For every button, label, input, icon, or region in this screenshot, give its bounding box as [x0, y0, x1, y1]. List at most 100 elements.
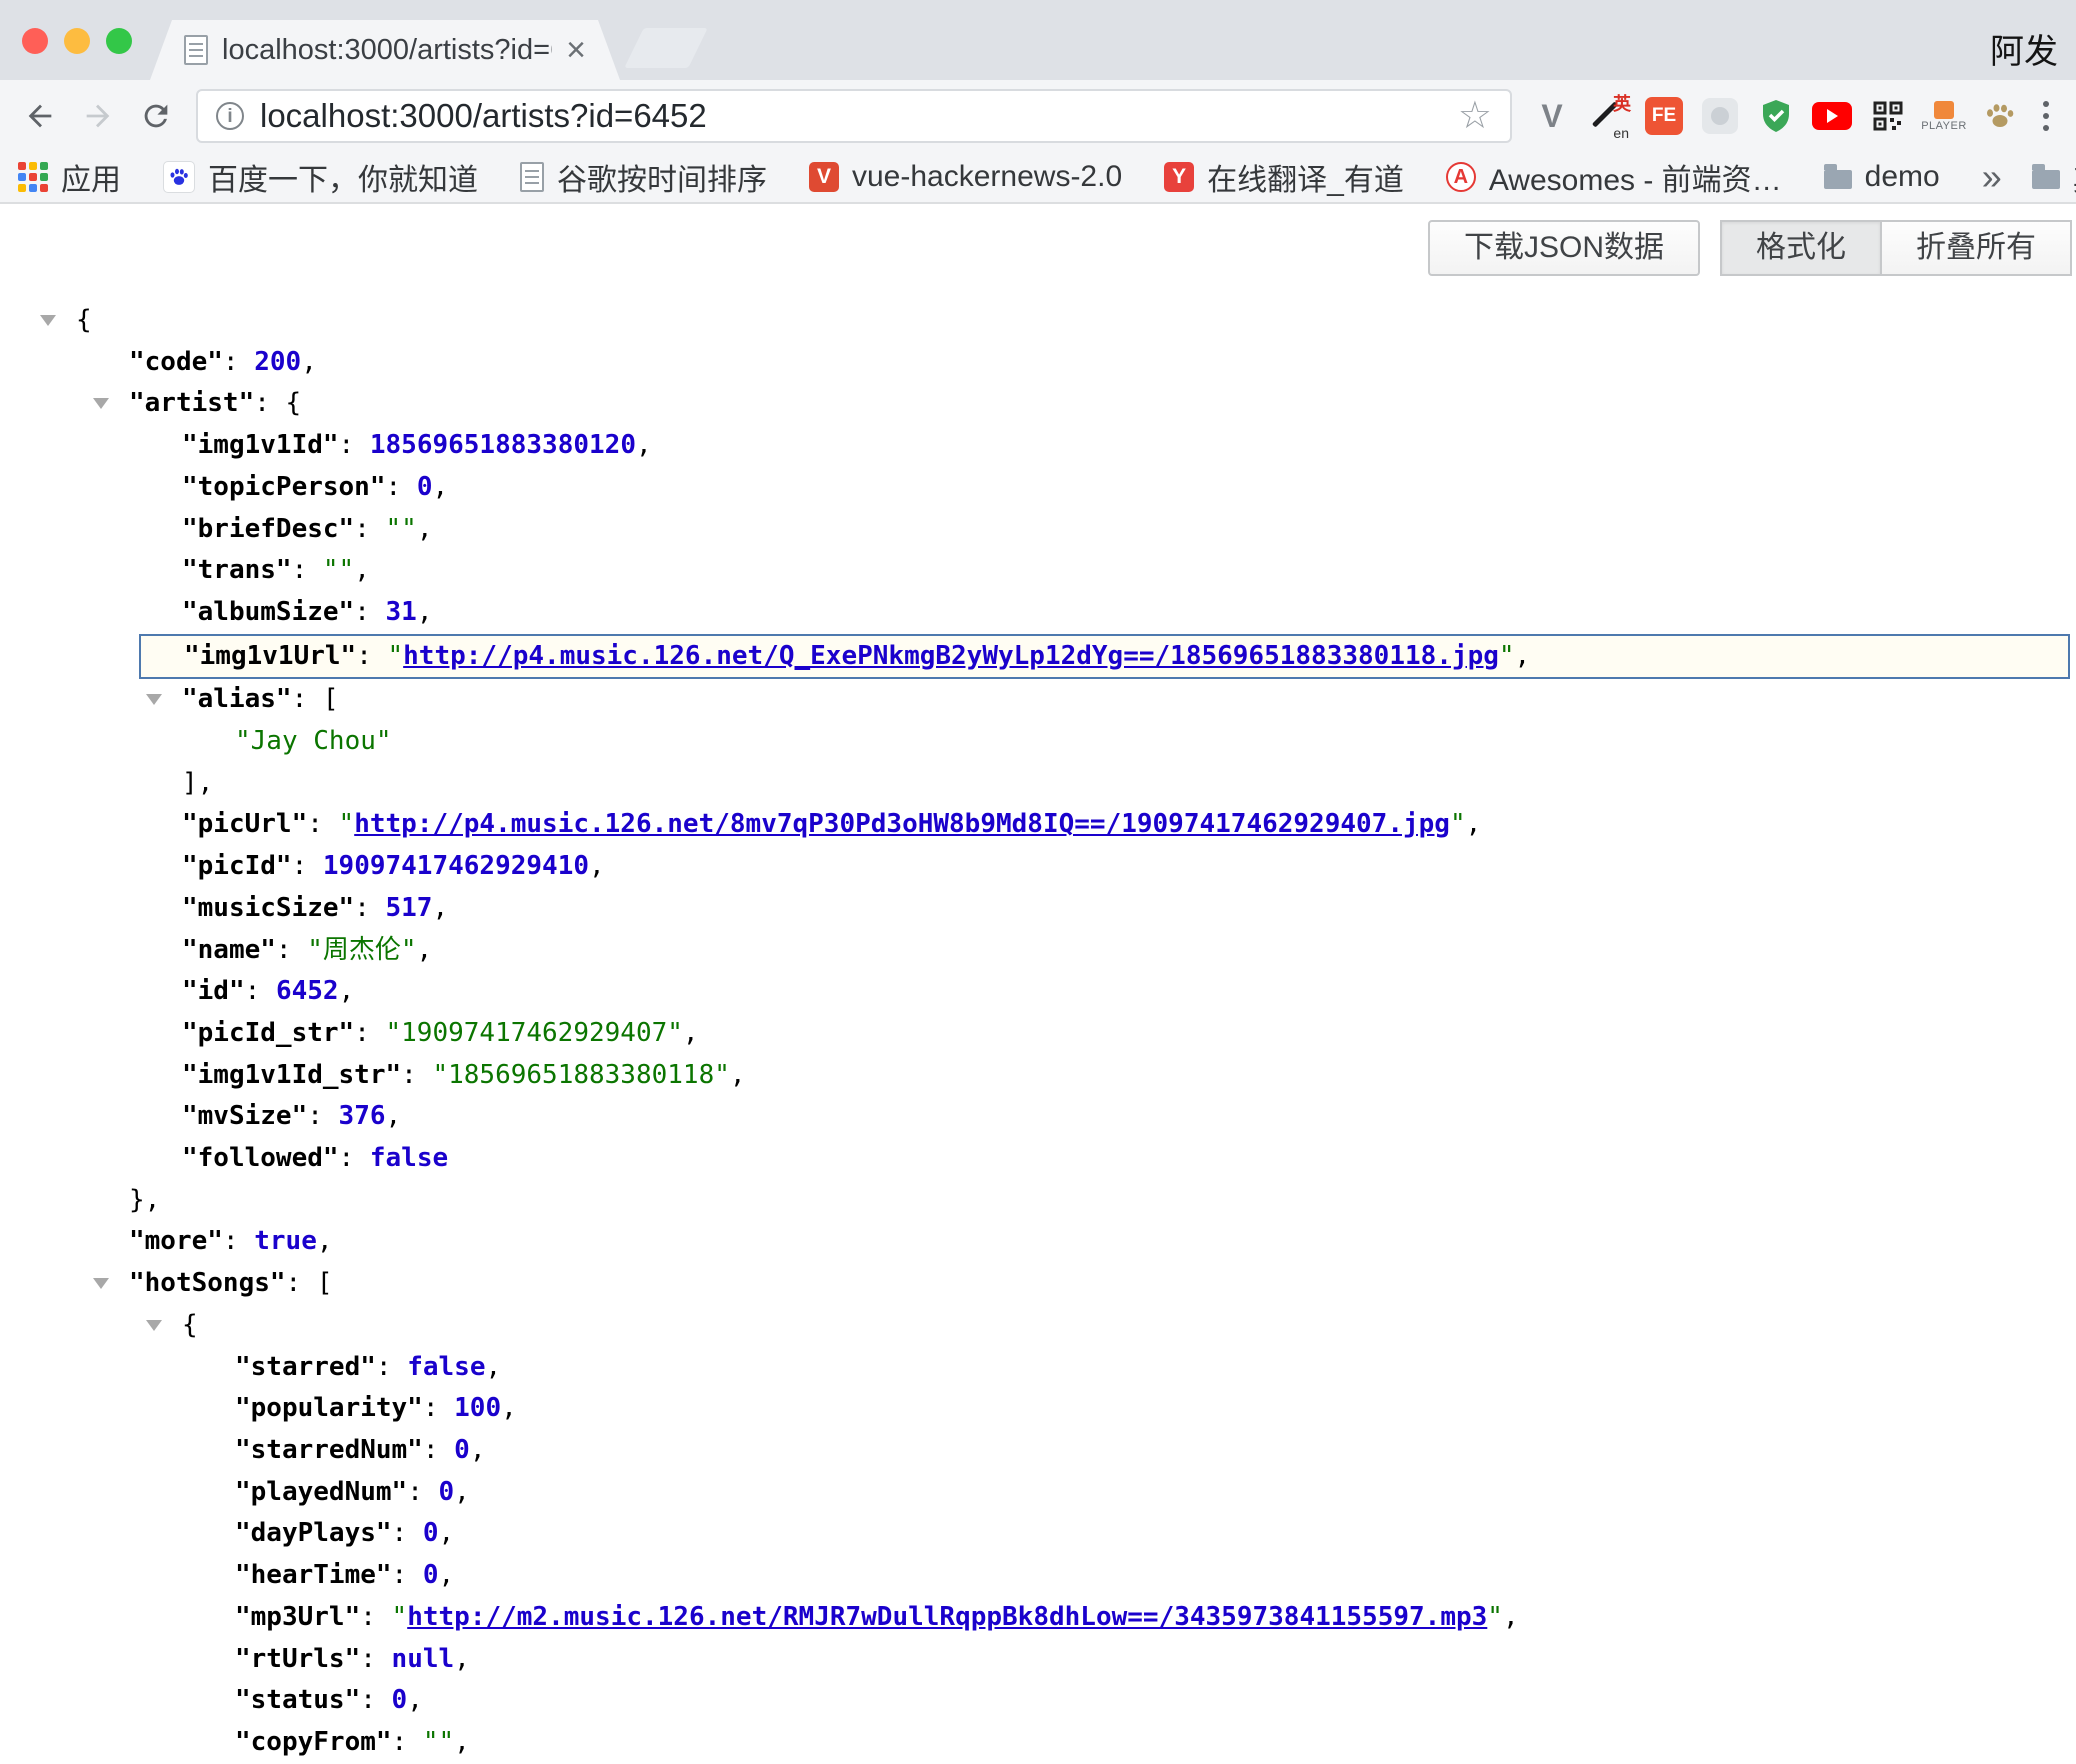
json-line[interactable]: "popularity": 100,	[0, 1388, 2076, 1430]
url-text[interactable]: localhost:3000/artists?id=6452	[260, 97, 1442, 135]
json-line[interactable]: "rtUrls": null,	[0, 1639, 2076, 1681]
format-button[interactable]: 格式化	[1720, 220, 1882, 276]
browser-tab[interactable]: localhost:3000/artists?id=645 ×	[150, 20, 620, 80]
json-line[interactable]: "topicPerson": 0,	[0, 467, 2076, 509]
json-line[interactable]: "alias": [	[0, 679, 2076, 721]
translate-extension-icon[interactable]: 英en	[1584, 92, 1632, 140]
json-line[interactable]: "playedNum": 0,	[0, 1472, 2076, 1514]
view-mode-segment: 格式化 折叠所有	[1720, 220, 2072, 276]
json-link[interactable]: http://p4.music.126.net/Q_ExePNkmgB2yWyL…	[403, 641, 1499, 671]
youtube-extension-icon[interactable]	[1808, 92, 1856, 140]
json-token: :	[407, 1477, 438, 1507]
qr-extension-icon[interactable]	[1864, 92, 1912, 140]
json-line[interactable]: "status": 0,	[0, 1680, 2076, 1722]
bookmark-item[interactable]: AAwesomes - 前端资…	[1446, 155, 1782, 199]
vue-icon: V	[809, 162, 839, 192]
json-line[interactable]: "more": true,	[0, 1221, 2076, 1263]
json-token: ""	[423, 1727, 454, 1757]
paw-extension-icon[interactable]	[1976, 92, 2024, 140]
json-token: :	[360, 1644, 391, 1674]
json-line[interactable]: "mvSize": 376,	[0, 1096, 2076, 1138]
json-line[interactable]: "starred": false,	[0, 1347, 2076, 1389]
json-token: 0	[439, 1477, 455, 1507]
player-extension-icon[interactable]: PLAYER	[1920, 92, 1968, 140]
json-line[interactable]: "starredNum": 0,	[0, 1430, 2076, 1472]
collapse-all-button[interactable]: 折叠所有	[1882, 220, 2072, 276]
json-link[interactable]: http://m2.music.126.net/RMJR7wDullRqppBk…	[407, 1602, 1487, 1632]
json-line[interactable]: "albumSize": 31,	[0, 592, 2076, 634]
json-line[interactable]: "dayPlays": 0,	[0, 1513, 2076, 1555]
json-line[interactable]: "copyFrom": "",	[0, 1722, 2076, 1764]
close-window-button[interactable]	[22, 28, 48, 54]
collapse-arrow-icon[interactable]	[93, 398, 109, 409]
site-info-icon[interactable]: i	[216, 102, 244, 130]
bookmark-item[interactable]: Vvue-hackernews-2.0	[809, 160, 1122, 194]
json-link[interactable]: http://p4.music.126.net/8mv7qP30Pd3oHW8b…	[354, 809, 1450, 839]
json-token: :	[339, 430, 370, 460]
collapse-arrow-icon[interactable]	[93, 1278, 109, 1289]
json-line[interactable]: "trans": "",	[0, 550, 2076, 592]
json-token: 31	[386, 597, 417, 627]
shield-extension-icon[interactable]	[1752, 92, 1800, 140]
json-line[interactable]: "img1v1Id_str": "18569651883380118",	[0, 1055, 2076, 1097]
json-line[interactable]: "img1v1Url": "http://p4.music.126.net/Q_…	[139, 634, 2070, 680]
json-line[interactable]: "followed": false	[0, 1138, 2076, 1180]
json-line[interactable]: "briefDesc": "",	[0, 509, 2076, 551]
zoom-window-button[interactable]	[106, 28, 132, 54]
chrome-menu-icon[interactable]	[2030, 92, 2062, 140]
json-line[interactable]: {	[0, 300, 2076, 342]
tab-close-icon[interactable]: ×	[566, 33, 586, 67]
address-bar[interactable]: i localhost:3000/artists?id=6452 ☆	[196, 89, 1512, 143]
json-line[interactable]: "picId": 19097417462929410,	[0, 846, 2076, 888]
bookmark-item[interactable]: 应用	[18, 155, 121, 199]
bookmark-item[interactable]: demo	[1824, 160, 1940, 194]
json-line[interactable]: "Jay Chou"	[0, 721, 2076, 763]
json-token: 0	[392, 1685, 408, 1715]
awesomes-icon: A	[1446, 162, 1476, 192]
json-token: "picId"	[182, 851, 292, 881]
json-token: ,	[354, 555, 370, 585]
json-line[interactable]: "mp3Url": "http://m2.music.126.net/RMJR7…	[0, 1597, 2076, 1639]
json-line[interactable]: "name": "周杰伦",	[0, 930, 2076, 972]
json-token: :	[360, 1602, 391, 1632]
json-line[interactable]: "picId_str": "19097417462929407",	[0, 1013, 2076, 1055]
json-line[interactable]: "hotSongs": [	[0, 1263, 2076, 1305]
back-button[interactable]	[14, 90, 66, 142]
bookmark-item[interactable]: 百度一下，你就知道	[163, 155, 478, 199]
bookmarks-overflow-icon[interactable]: »	[1982, 156, 2002, 198]
reload-button[interactable]	[130, 90, 182, 142]
fe-extension-icon[interactable]: FE	[1640, 92, 1688, 140]
json-line[interactable]: {	[0, 1305, 2076, 1347]
collapse-arrow-icon[interactable]	[40, 315, 56, 326]
json-token: ,	[485, 1352, 501, 1382]
new-tab-button[interactable]	[624, 28, 708, 68]
json-token: "starredNum"	[235, 1435, 423, 1465]
json-token: ,	[636, 430, 652, 460]
bookmark-item[interactable]: 谷歌按时间排序	[520, 155, 767, 199]
bookmark-star-icon[interactable]: ☆	[1458, 97, 1492, 135]
vimium-extension-icon[interactable]: V	[1528, 92, 1576, 140]
download-json-button[interactable]: 下载JSON数据	[1428, 220, 1700, 276]
json-line[interactable]: "img1v1Id": 18569651883380120,	[0, 425, 2076, 467]
bookmark-item[interactable]: Y在线翻译_有道	[1164, 155, 1404, 199]
collapse-arrow-icon[interactable]	[146, 694, 162, 705]
forward-button[interactable]	[72, 90, 124, 142]
json-line[interactable]: "picUrl": "http://p4.music.126.net/8mv7q…	[0, 804, 2076, 846]
other-bookmarks-folder[interactable]: 其他书签	[2032, 155, 2076, 199]
grey-extension-icon[interactable]	[1696, 92, 1744, 140]
collapse-arrow-icon[interactable]	[146, 1320, 162, 1331]
json-line[interactable]: "hearTime": 0,	[0, 1555, 2076, 1597]
json-token: "starred"	[235, 1352, 376, 1382]
json-line[interactable]: "id": 6452,	[0, 971, 2076, 1013]
json-line[interactable]: "artist": {	[0, 383, 2076, 425]
json-line[interactable]: ],	[0, 763, 2076, 805]
json-line[interactable]: "musicSize": 517,	[0, 888, 2076, 930]
json-line[interactable]: },	[0, 1180, 2076, 1222]
json-line[interactable]: "code": 200,	[0, 342, 2076, 384]
json-token: :	[307, 1101, 338, 1131]
json-token: :	[392, 1727, 423, 1757]
json-token: "alias"	[182, 684, 292, 714]
profile-name[interactable]: 阿发	[1990, 24, 2058, 73]
json-token: :	[292, 684, 323, 714]
minimize-window-button[interactable]	[64, 28, 90, 54]
